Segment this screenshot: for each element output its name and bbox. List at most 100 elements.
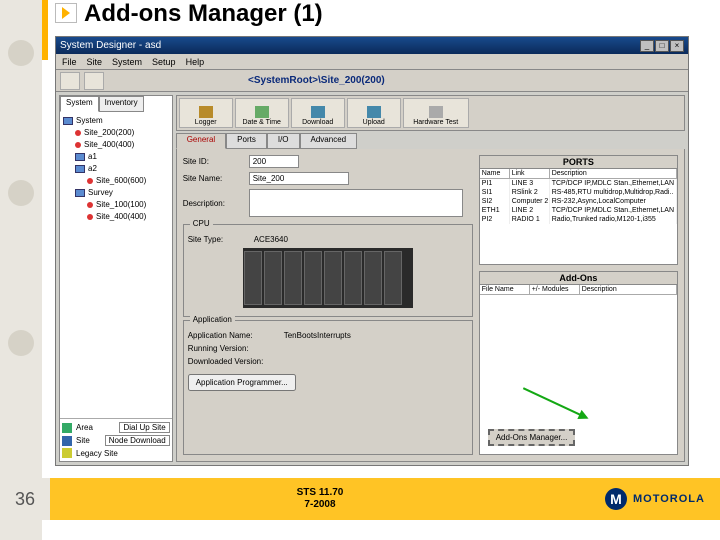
slide-left-stripe [0, 0, 42, 540]
maximize-button[interactable]: □ [655, 40, 669, 52]
deco-circle [8, 330, 34, 356]
downloaded-label: Downloaded Version: [188, 357, 298, 366]
site-name-label: Site Name: [183, 174, 243, 183]
folder-icon [63, 117, 73, 125]
running-label: Running Version: [188, 344, 278, 353]
left-pane: System Inventory System Site_200(200) Si… [59, 95, 173, 462]
app-name-value: TenBootsInterrupts [284, 331, 351, 340]
col-head: +/- Modules [530, 285, 580, 294]
tab-ports[interactable]: Ports [226, 133, 267, 149]
tree-item[interactable]: Site_400(400) [96, 211, 146, 223]
tab-advanced[interactable]: Advanced [300, 133, 358, 149]
addons-panel: Add-Ons File Name +/- Modules Descriptio… [479, 271, 678, 455]
site-icon [87, 202, 93, 208]
dialup-button[interactable]: Dial Up Site [119, 422, 169, 433]
close-button[interactable]: × [670, 40, 684, 52]
arrow-annotation [523, 387, 587, 418]
app-name-label: Application Name: [188, 331, 278, 340]
tab-system[interactable]: System [60, 96, 99, 112]
desc-label: Description: [183, 199, 243, 208]
app-title: Application [190, 315, 235, 324]
table-row[interactable]: PI1LINE 3TCP/DCP IP,MDLC Stan.,Ethernet,… [480, 179, 677, 188]
menu-setup[interactable]: Setup [152, 57, 176, 67]
slide-footer: 36 STS 11.707-2008 M MOTOROLA [0, 478, 720, 520]
download-button[interactable]: Download [291, 98, 345, 128]
site-icon [87, 178, 93, 184]
site-icon [62, 436, 72, 446]
menu-site[interactable]: Site [87, 57, 103, 67]
upload-button[interactable]: Upload [347, 98, 401, 128]
tab-io[interactable]: I/O [267, 133, 300, 149]
desc-textarea[interactable] [249, 189, 463, 217]
accent-bar [42, 0, 48, 60]
site-id-label: Site ID: [183, 157, 243, 166]
main-toolbar: <SystemRoot>\Site_200(200) [56, 70, 688, 92]
col-head: File Name [480, 285, 530, 294]
site-icon [75, 142, 81, 148]
menu-file[interactable]: File [62, 57, 77, 67]
app-programmer-button[interactable]: Application Programmer... [188, 374, 296, 391]
col-head: Description [550, 169, 677, 178]
node-download-button[interactable]: Node Download [105, 435, 170, 446]
toolbar-save-icon[interactable] [84, 72, 104, 90]
ports-panel: PORTS Name Link Description PI1LINE 3TCP… [479, 155, 678, 265]
menu-system[interactable]: System [112, 57, 142, 67]
legend-label: Area [76, 423, 93, 432]
center-pane: Logger Date & Time Download Upload Hardw… [176, 95, 685, 462]
tab-inventory[interactable]: Inventory [99, 96, 144, 112]
col-head: Name [480, 169, 510, 178]
tree-item[interactable]: Site_200(200) [84, 127, 134, 139]
table-row[interactable]: SI2Computer 2RS-232,Async,LocalComputer [480, 197, 677, 206]
tree-item[interactable]: a1 [88, 151, 97, 163]
page-number: 36 [0, 478, 50, 520]
logger-icon [199, 106, 213, 118]
site-icon [87, 214, 93, 220]
site-type-value: ACE3640 [254, 235, 288, 244]
clock-icon [255, 106, 269, 118]
tree-item[interactable]: Site_400(400) [84, 139, 134, 151]
breadcrumb: <SystemRoot>\Site_200(200) [248, 75, 385, 86]
app-groupbox: Application Application Name: TenBootsIn… [183, 320, 473, 455]
legend-label: Legacy Site [76, 449, 118, 458]
minimize-button[interactable]: _ [640, 40, 654, 52]
col-head: Link [510, 169, 550, 178]
tree-item[interactable]: Survey [88, 187, 113, 199]
tree-item[interactable]: a2 [88, 163, 97, 175]
toolbar-open-icon[interactable] [60, 72, 80, 90]
logger-button[interactable]: Logger [179, 98, 233, 128]
table-row[interactable]: SI1RSlink 2RS-485,RTU multidrop,Multidro… [480, 188, 677, 197]
menu-help[interactable]: Help [186, 57, 205, 67]
system-tree[interactable]: System Site_200(200) Site_400(400) a1 a2… [60, 112, 172, 418]
deco-circle [8, 40, 34, 66]
play-icon [55, 3, 77, 23]
datetime-button[interactable]: Date & Time [235, 98, 289, 128]
window-title: System Designer - asd [60, 40, 161, 51]
legacy-icon [62, 448, 72, 458]
menubar: File Site System Setup Help [56, 54, 688, 70]
table-row[interactable]: ETH1LINE 2TCP/DCP IP,MDLC Stan.,Ethernet… [480, 206, 677, 215]
legend-label: Site [76, 436, 90, 445]
site-id-input[interactable] [249, 155, 299, 168]
tree-root[interactable]: System [76, 115, 103, 127]
cpu-image [243, 248, 413, 308]
ports-title: PORTS [480, 156, 677, 169]
slide-title: Add-ons Manager (1) [84, 0, 323, 28]
addons-title: Add-Ons [480, 272, 677, 285]
app-window: System Designer - asd _ □ × File Site Sy… [55, 36, 689, 466]
folder-icon [75, 165, 85, 173]
deco-circle [8, 180, 34, 206]
table-row[interactable]: PI2RADIO 1Radio,Trunked radio,M120-1,i35… [480, 215, 677, 224]
tree-item[interactable]: Site_600(600) [96, 175, 146, 187]
motorola-icon: M [605, 488, 627, 510]
site-icon [75, 130, 81, 136]
footer-text: STS 11.707-2008 [50, 487, 590, 511]
cpu-groupbox: CPU Site Type: ACE3640 [183, 224, 473, 317]
area-icon [62, 423, 72, 433]
site-name-input[interactable] [249, 172, 349, 185]
tree-item[interactable]: Site_100(100) [96, 199, 146, 211]
addons-manager-button[interactable]: Add-Ons Manager... [488, 429, 576, 446]
folder-icon [75, 189, 85, 197]
tab-general[interactable]: General [176, 133, 226, 149]
upload-icon [367, 106, 381, 118]
hwtest-button[interactable]: Hardware Test [403, 98, 469, 128]
